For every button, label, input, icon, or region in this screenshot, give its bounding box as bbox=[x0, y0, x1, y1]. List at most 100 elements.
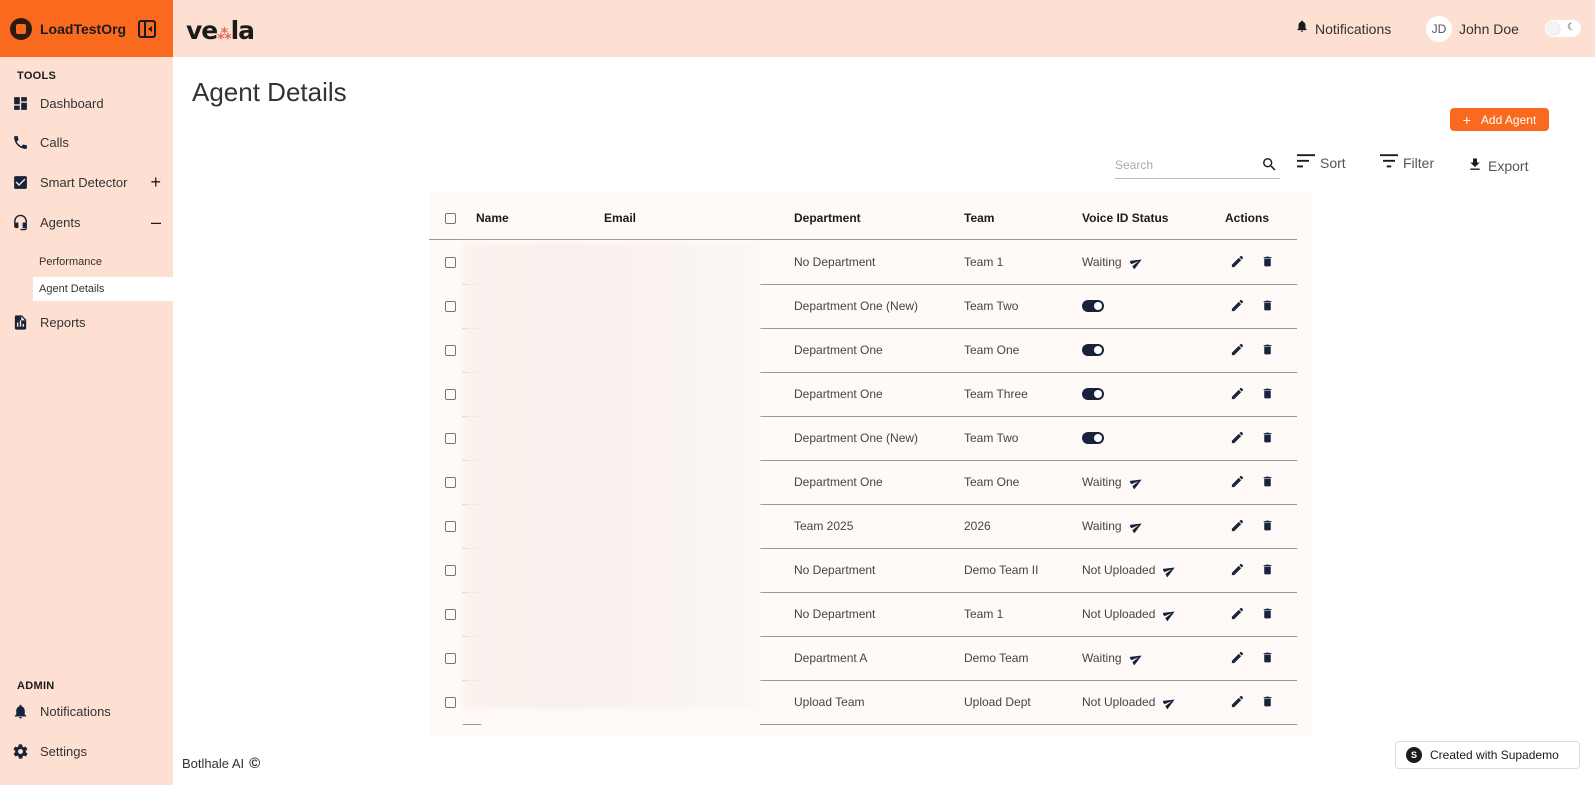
search-input[interactable] bbox=[1115, 158, 1255, 172]
filter-button[interactable]: Filter bbox=[1380, 154, 1434, 171]
sidebar-item-calls[interactable]: Calls bbox=[0, 123, 173, 161]
collapse-icon[interactable]: – bbox=[151, 213, 161, 231]
team-cell: Team 1 bbox=[964, 255, 1004, 269]
team-cell: Team Two bbox=[964, 299, 1019, 313]
sidebar-item-agents[interactable]: Agents – bbox=[0, 203, 173, 241]
supademo-badge[interactable]: S Created with Supademo bbox=[1395, 741, 1580, 769]
notifications-label: Notifications bbox=[1315, 20, 1392, 37]
row-checkbox[interactable] bbox=[445, 301, 456, 312]
collapse-sidebar-icon[interactable] bbox=[138, 19, 157, 38]
table-header: Name Email Department Team Voice ID Stat… bbox=[429, 191, 1297, 240]
column-header[interactable]: Email bbox=[604, 211, 636, 225]
voice-id-toggle[interactable] bbox=[1082, 432, 1104, 444]
delete-icon[interactable] bbox=[1261, 254, 1274, 274]
voice-id-cell bbox=[1082, 299, 1104, 312]
sort-button[interactable]: Sort bbox=[1297, 154, 1346, 171]
user-menu[interactable]: JD John Doe bbox=[1426, 16, 1519, 42]
send-icon[interactable] bbox=[1129, 652, 1143, 665]
delete-icon[interactable] bbox=[1261, 606, 1274, 626]
sidebar-subitem-agent-details[interactable]: Agent Details bbox=[33, 277, 173, 301]
edit-icon[interactable] bbox=[1230, 298, 1245, 318]
department-cell: No Department bbox=[794, 607, 876, 621]
department-cell: No Department bbox=[794, 563, 876, 577]
edit-icon[interactable] bbox=[1230, 518, 1245, 538]
edit-icon[interactable] bbox=[1230, 386, 1245, 406]
theme-toggle[interactable]: ☾ bbox=[1545, 20, 1581, 37]
row-checkbox[interactable] bbox=[445, 521, 456, 532]
row-checkbox[interactable] bbox=[445, 477, 456, 488]
report-icon bbox=[11, 313, 29, 331]
header-notifications-button[interactable]: Notifications bbox=[1295, 18, 1391, 39]
send-icon[interactable] bbox=[1129, 256, 1143, 269]
expand-icon[interactable]: + bbox=[150, 173, 161, 191]
org-header[interactable]: LoadTestOrg bbox=[0, 0, 173, 57]
sidebar-subitem-performance[interactable]: Performance bbox=[33, 250, 173, 274]
bell-icon bbox=[1295, 18, 1309, 39]
edit-icon[interactable] bbox=[1230, 342, 1245, 362]
voice-id-cell bbox=[1082, 343, 1104, 356]
edit-icon[interactable] bbox=[1230, 474, 1245, 494]
column-header[interactable]: Voice ID Status bbox=[1082, 211, 1168, 225]
voice-id-toggle[interactable] bbox=[1082, 388, 1104, 400]
edit-icon[interactable] bbox=[1230, 694, 1245, 714]
row-checkbox[interactable] bbox=[445, 565, 456, 576]
voice-id-cell: Waiting bbox=[1082, 475, 1143, 489]
delete-icon[interactable] bbox=[1261, 694, 1274, 714]
row-checkbox[interactable] bbox=[445, 433, 456, 444]
sidebar-item-label: Agents bbox=[40, 214, 81, 230]
send-icon[interactable] bbox=[1163, 608, 1176, 621]
voice-id-status: Waiting bbox=[1082, 475, 1122, 489]
voice-id-status: Waiting bbox=[1082, 651, 1122, 665]
edit-icon[interactable] bbox=[1230, 430, 1245, 450]
select-all-checkbox[interactable] bbox=[445, 213, 456, 224]
column-header[interactable]: Name bbox=[476, 211, 509, 225]
edit-icon[interactable] bbox=[1230, 562, 1245, 582]
voice-id-cell: Waiting bbox=[1082, 255, 1143, 269]
delete-icon[interactable] bbox=[1261, 342, 1274, 362]
sidebar-item-dashboard[interactable]: Dashboard bbox=[0, 84, 173, 122]
sidebar-item-settings[interactable]: Settings bbox=[0, 732, 173, 770]
sidebar-item-notifications[interactable]: Notifications bbox=[0, 692, 173, 730]
row-checkbox[interactable] bbox=[445, 697, 456, 708]
row-checkbox[interactable] bbox=[445, 653, 456, 664]
send-icon[interactable] bbox=[1163, 564, 1176, 577]
top-header: ve⁂la Notifications JD John Doe ☾ bbox=[173, 0, 1595, 57]
column-header[interactable]: Department bbox=[794, 211, 861, 225]
row-checkbox[interactable] bbox=[445, 609, 456, 620]
edit-icon[interactable] bbox=[1230, 254, 1245, 274]
delete-icon[interactable] bbox=[1261, 650, 1274, 670]
add-agent-button[interactable]: + Add Agent bbox=[1450, 108, 1549, 131]
add-agent-label: Add Agent bbox=[1480, 112, 1537, 127]
row-checkbox[interactable] bbox=[445, 389, 456, 400]
sidebar: LoadTestOrg TOOLS Dashboard Calls Smart … bbox=[0, 0, 173, 785]
dashboard-icon bbox=[11, 94, 29, 112]
row-divider bbox=[463, 724, 481, 725]
sidebar-item-reports[interactable]: Reports bbox=[0, 303, 173, 341]
delete-icon[interactable] bbox=[1261, 298, 1274, 318]
department-cell: Department One bbox=[794, 343, 883, 357]
sidebar-item-smart-detector[interactable]: Smart Detector + bbox=[0, 163, 173, 201]
brand-logo[interactable]: ve⁂la bbox=[186, 16, 255, 45]
row-checkbox[interactable] bbox=[445, 257, 456, 268]
voice-id-toggle[interactable] bbox=[1082, 300, 1104, 312]
delete-icon[interactable] bbox=[1261, 474, 1274, 494]
export-button[interactable]: Export bbox=[1467, 156, 1528, 176]
send-icon[interactable] bbox=[1129, 520, 1143, 533]
voice-id-cell: Not Uploaded bbox=[1082, 607, 1176, 621]
delete-icon[interactable] bbox=[1261, 562, 1274, 582]
search-icon[interactable] bbox=[1261, 156, 1278, 178]
row-checkbox[interactable] bbox=[445, 345, 456, 356]
delete-icon[interactable] bbox=[1261, 430, 1274, 450]
send-icon[interactable] bbox=[1129, 476, 1143, 489]
delete-icon[interactable] bbox=[1261, 518, 1274, 538]
voice-id-status: Not Uploaded bbox=[1082, 607, 1156, 621]
column-header[interactable]: Team bbox=[964, 211, 994, 225]
edit-icon[interactable] bbox=[1230, 606, 1245, 626]
page-title: Agent Details bbox=[192, 77, 347, 107]
edit-icon[interactable] bbox=[1230, 650, 1245, 670]
send-icon[interactable] bbox=[1163, 696, 1176, 709]
department-cell: Team 2025 bbox=[794, 519, 854, 533]
voice-id-toggle[interactable] bbox=[1082, 344, 1104, 356]
delete-icon[interactable] bbox=[1261, 386, 1274, 406]
sidebar-item-label: Reports bbox=[40, 314, 86, 330]
